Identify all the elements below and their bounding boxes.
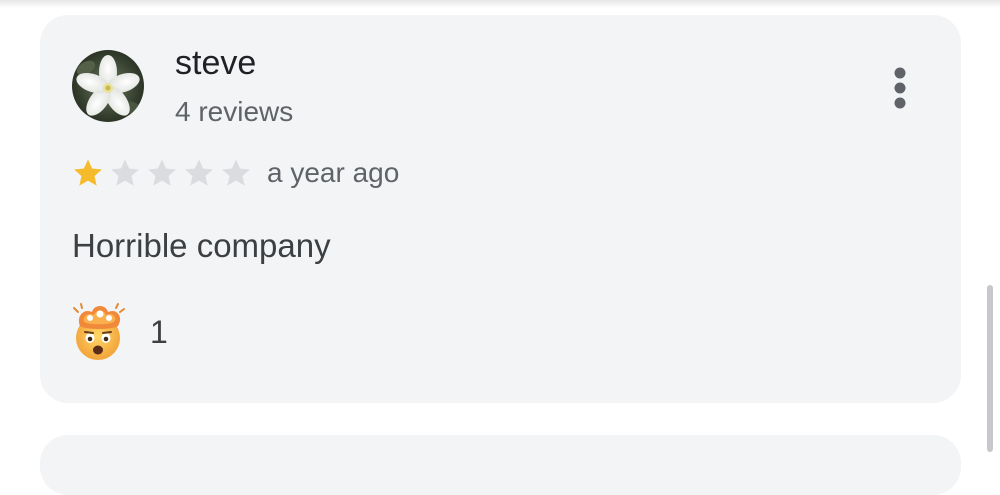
star-rating — [70, 156, 254, 190]
star-empty-icon — [222, 159, 250, 186]
author-name[interactable]: steve — [175, 43, 256, 83]
next-review-card — [40, 435, 961, 495]
white-flower-avatar-icon — [72, 50, 144, 122]
author-review-count[interactable]: 4 reviews — [175, 95, 293, 129]
exploding-head-emoji-icon — [73, 303, 125, 360]
reaction-button[interactable]: 1 — [68, 302, 168, 362]
star-empty-icon — [148, 159, 176, 186]
star-filled-icon — [74, 159, 102, 186]
review-card: steve 4 reviews a year ago Horrible comp… — [40, 15, 961, 403]
top-divider-shadow — [0, 0, 1000, 8]
review-text: Horrible company — [72, 227, 331, 264]
more-vertical-icon — [894, 67, 906, 109]
star-empty-icon — [111, 159, 139, 186]
reaction-count: 1 — [150, 314, 168, 350]
star-empty-icon — [185, 159, 213, 186]
scrollbar[interactable] — [987, 285, 993, 452]
more-options-button[interactable] — [880, 60, 920, 116]
avatar[interactable] — [72, 50, 144, 122]
review-timestamp: a year ago — [267, 157, 400, 188]
